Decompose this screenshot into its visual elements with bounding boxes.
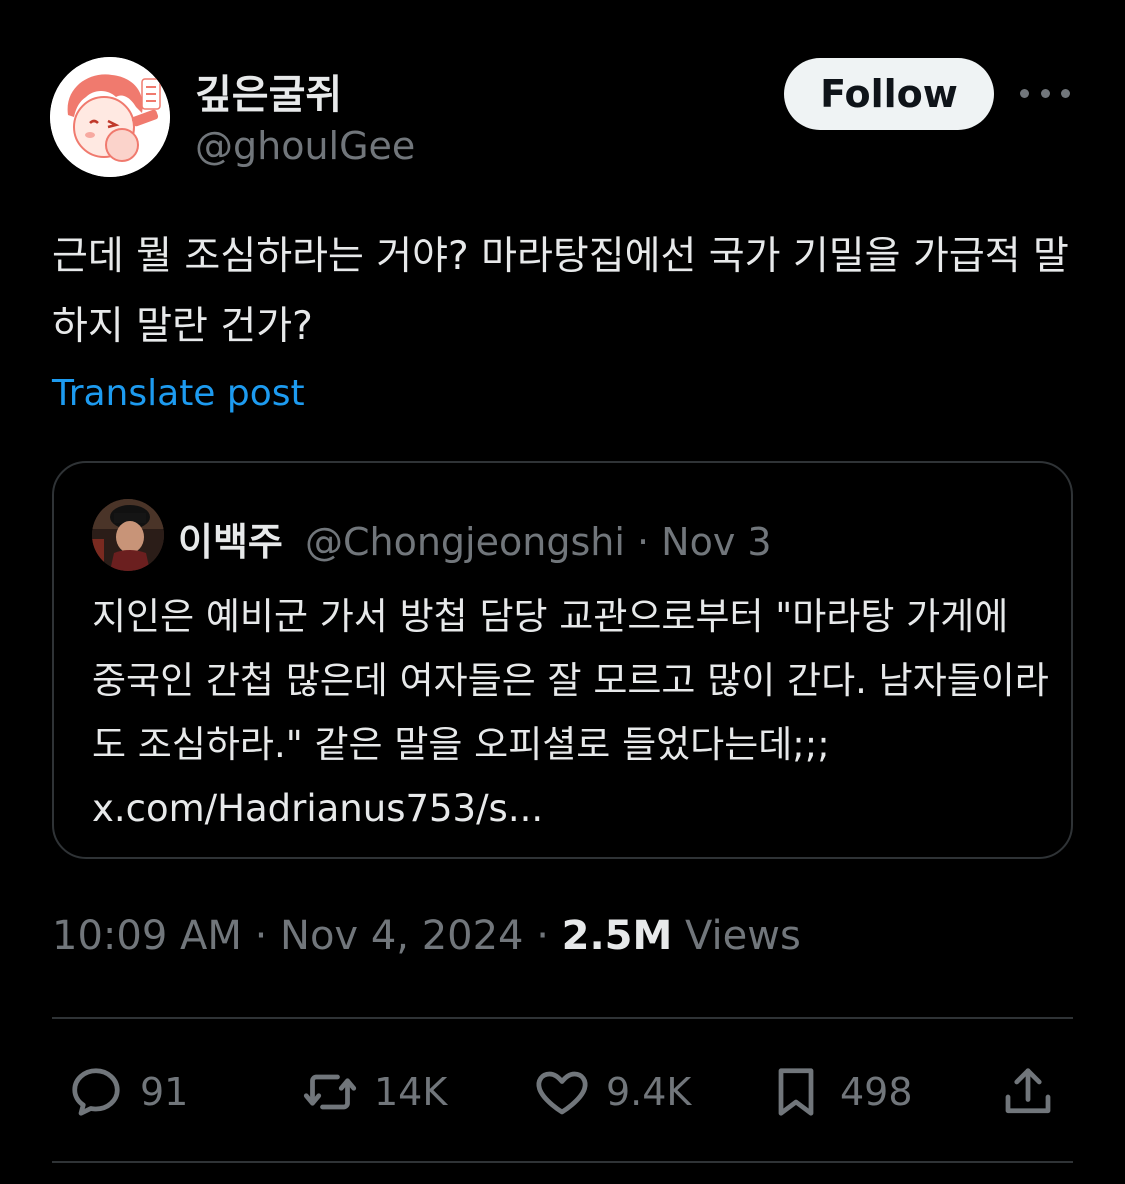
like-count: 9.4K [606,1070,692,1114]
post-meta: 10:09 AM · Nov 4, 2024 · 2.5M Views [52,913,801,959]
post-page: 깊은굴쥐 @ghoulGee Follow 근데 뭘 조심하라는 거야? 마라탕… [0,0,1125,1184]
meta-separator: · [254,913,268,959]
repost-button[interactable]: 14K [300,1060,447,1124]
quote-header: 이백주 @Chongjeongshi · Nov 3 [178,511,772,566]
like-button[interactable]: 9.4K [532,1060,691,1124]
portrait-avatar-image [92,499,164,571]
bookmark-button[interactable]: 498 [766,1060,913,1124]
quoted-post[interactable]: 이백주 @Chongjeongshi · Nov 3 지인은 예비군 가서 방첩… [52,461,1073,859]
author-display-name[interactable]: 깊은굴쥐 [195,62,342,120]
more-horizontal-icon[interactable] [1020,78,1070,108]
follow-button[interactable]: Follow [784,58,994,130]
share-icon [1005,1068,1051,1114]
repost-count: 14K [374,1070,448,1114]
bottom-divider [52,1161,1073,1163]
reply-button[interactable]: 91 [66,1060,188,1124]
share-button[interactable] [998,1060,1058,1124]
meta-separator: · [536,913,549,959]
repost-icon [303,1074,357,1110]
post-date[interactable]: Nov 4, 2024 [280,913,523,959]
bookmark-icon [778,1068,814,1116]
quote-separator: · [636,520,650,564]
translate-post-link[interactable]: Translate post [52,373,305,414]
quote-date[interactable]: Nov 3 [661,520,771,564]
reply-icon [72,1068,120,1116]
quote-author-name[interactable]: 이백주 [178,520,283,564]
reply-count: 91 [140,1070,189,1114]
bookmark-count: 498 [840,1070,913,1114]
post-text: 근데 뭘 조심하라는 거야? 마라탕집에선 국가 기밀을 가급적 말하지 말란 … [52,234,1069,349]
author-avatar[interactable] [50,57,170,177]
views-label: Views [685,913,801,959]
quote-author-handle[interactable]: @Chongjeongshi [305,520,625,564]
divider [52,1017,1073,1019]
post-time[interactable]: 10:09 AM [52,913,242,959]
author-handle[interactable]: @ghoulGee [195,124,415,168]
heart-icon [536,1071,588,1115]
views-count: 2.5M [561,913,673,959]
quote-author-avatar [92,499,164,571]
cartoon-avatar-image [50,57,170,177]
quote-text: 지인은 예비군 가서 방첩 담당 교관으로부터 "마라탕 가게에 중국인 간첩 … [92,595,1049,830]
